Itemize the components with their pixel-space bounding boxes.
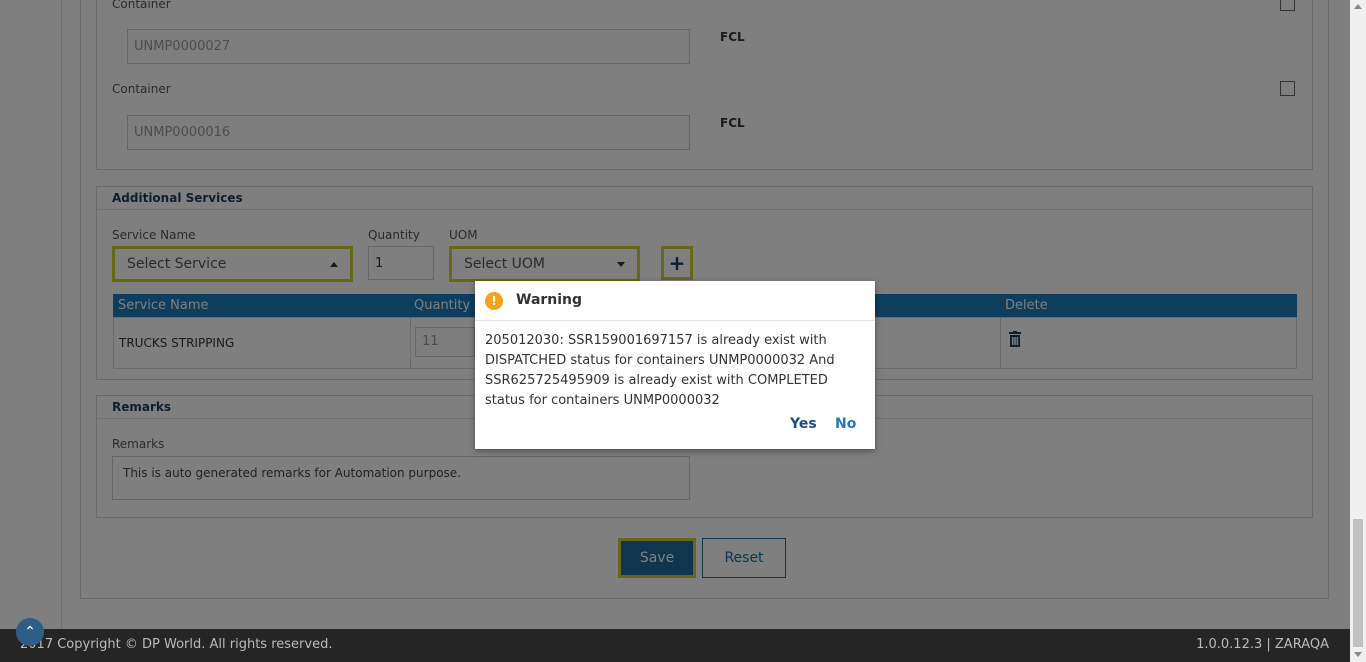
dialog-title: Warning bbox=[516, 292, 583, 308]
dialog-message: 205012030: SSR159001697157 is already ex… bbox=[485, 333, 835, 408]
no-button[interactable]: No bbox=[835, 416, 856, 432]
chevron-up-icon: ⌃ bbox=[24, 624, 36, 640]
footer: 2017 Copyright © DP World. All rights re… bbox=[0, 629, 1350, 662]
footer-version: 1.0.0.12.3 | ZARAQA bbox=[1196, 637, 1329, 652]
yes-button[interactable]: Yes bbox=[790, 416, 817, 432]
page-scrollbar[interactable] bbox=[1350, 0, 1366, 662]
scrollbar-thumb[interactable] bbox=[1353, 519, 1363, 647]
scroll-down-arrow-icon[interactable] bbox=[1354, 652, 1362, 657]
scroll-to-top-button[interactable]: ⌃ bbox=[16, 618, 44, 646]
scroll-up-arrow-icon[interactable] bbox=[1354, 4, 1362, 9]
warning-dialog: ! Warning 205012030: SSR159001697157 is … bbox=[475, 281, 875, 449]
warning-icon: ! bbox=[485, 292, 503, 310]
dialog-header: ! Warning bbox=[475, 281, 875, 321]
footer-copyright: 2017 Copyright © DP World. All rights re… bbox=[20, 637, 333, 652]
